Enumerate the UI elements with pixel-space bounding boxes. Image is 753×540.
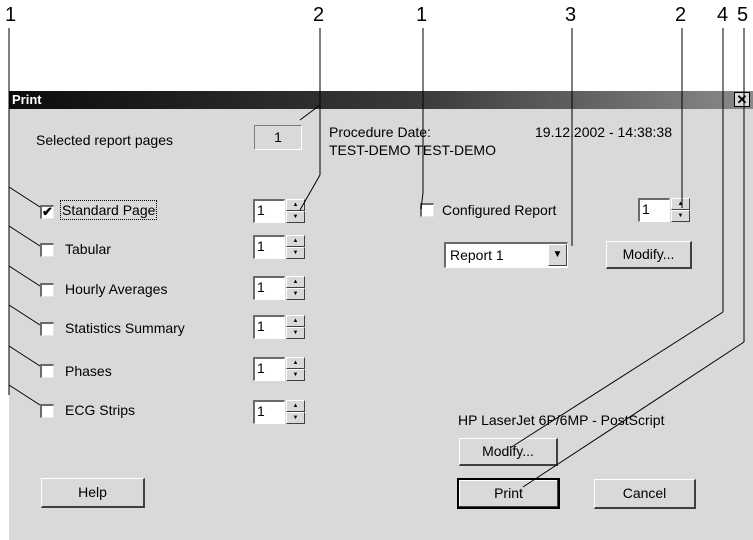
hourly-averages-copies-spinner[interactable]: 1 ▲ ▼ [253,276,305,300]
copies-value[interactable]: 1 [253,400,285,424]
tabular-label[interactable]: Tabular [65,241,111,257]
title-bar[interactable]: Print ✕ [9,91,753,109]
spin-up-icon[interactable]: ▲ [286,276,305,288]
copies-value[interactable]: 1 [253,199,285,223]
copies-value[interactable]: 1 [638,198,670,222]
patient-name: TEST-DEMO TEST-DEMO [329,142,496,158]
spin-down-icon[interactable]: ▼ [286,369,305,381]
spin-down-icon[interactable]: ▼ [671,210,690,222]
selected-pages-count: 1 [254,125,302,150]
spin-down-icon[interactable]: ▼ [286,288,305,300]
callout-number-5: 5 [737,4,749,26]
spin-up-icon[interactable]: ▲ [286,315,305,327]
report-select-value: Report 1 [450,247,504,263]
statistics-summary-label[interactable]: Statistics Summary [65,320,185,336]
spin-down-icon[interactable]: ▼ [286,247,305,259]
callout-number-1a: 1 [5,4,17,26]
spin-up-icon[interactable]: ▲ [286,235,305,247]
cancel-button[interactable]: Cancel [594,479,696,509]
close-icon[interactable]: ✕ [734,92,750,107]
spin-up-icon[interactable]: ▲ [671,198,690,210]
report-select[interactable]: Report 1 ▼ [444,242,568,268]
print-dialog: Print ✕ Selected report pages 1 Procedur… [9,91,753,540]
ecg-strips-copies-spinner[interactable]: 1 ▲ ▼ [253,400,305,424]
procedure-date-value: 19.12.2002 - 14:38:38 [535,124,673,140]
configured-report-label[interactable]: Configured Report [442,202,556,218]
spin-down-icon[interactable]: ▼ [286,327,305,339]
selected-pages-label: Selected report pages [36,132,173,148]
phases-copies-spinner[interactable]: 1 ▲ ▼ [253,357,305,381]
spin-up-icon[interactable]: ▲ [286,199,305,211]
tabular-copies-spinner[interactable]: 1 ▲ ▼ [253,235,305,259]
copies-value[interactable]: 1 [253,235,285,259]
callout-number-4: 4 [717,4,729,26]
tabular-checkbox[interactable] [40,243,54,257]
procedure-date-label: Procedure Date: [329,124,431,140]
standard-page-checkbox[interactable]: ✔ [40,205,54,219]
copies-value[interactable]: 1 [253,276,285,300]
callout-number-2b: 2 [675,4,687,26]
spin-up-icon[interactable]: ▲ [286,357,305,369]
ecg-strips-checkbox[interactable] [40,404,54,418]
phases-checkbox[interactable] [40,364,54,378]
copies-value[interactable]: 1 [253,315,285,339]
phases-label[interactable]: Phases [65,363,112,379]
statistics-summary-checkbox[interactable] [40,322,54,336]
dropdown-arrow-icon[interactable]: ▼ [548,244,567,266]
help-button[interactable]: Help [41,478,145,508]
standard-page-label[interactable]: Standard Page [59,200,158,220]
print-button[interactable]: Print [457,478,560,509]
hourly-averages-label[interactable]: Hourly Averages [65,281,167,297]
callout-number-2a: 2 [313,4,325,26]
modify-report-button[interactable]: Modify... [606,241,692,269]
spin-down-icon[interactable]: ▼ [286,412,305,424]
printer-name: HP LaserJet 6P/6MP - PostScript [458,412,665,428]
statistics-summary-copies-spinner[interactable]: 1 ▲ ▼ [253,315,305,339]
ecg-strips-label[interactable]: ECG Strips [65,402,135,418]
hourly-averages-checkbox[interactable] [40,283,54,297]
spin-down-icon[interactable]: ▼ [286,211,305,223]
callout-number-1b: 1 [416,4,428,26]
configured-report-copies-spinner[interactable]: 1 ▲ ▼ [638,198,690,222]
callout-number-3: 3 [565,4,577,26]
standard-page-copies-spinner[interactable]: 1 ▲ ▼ [253,199,305,223]
copies-value[interactable]: 1 [253,357,285,381]
spin-up-icon[interactable]: ▲ [286,400,305,412]
modify-printer-button[interactable]: Modify... [459,438,558,466]
configured-report-checkbox[interactable] [420,203,434,217]
dialog-title: Print [12,92,42,107]
